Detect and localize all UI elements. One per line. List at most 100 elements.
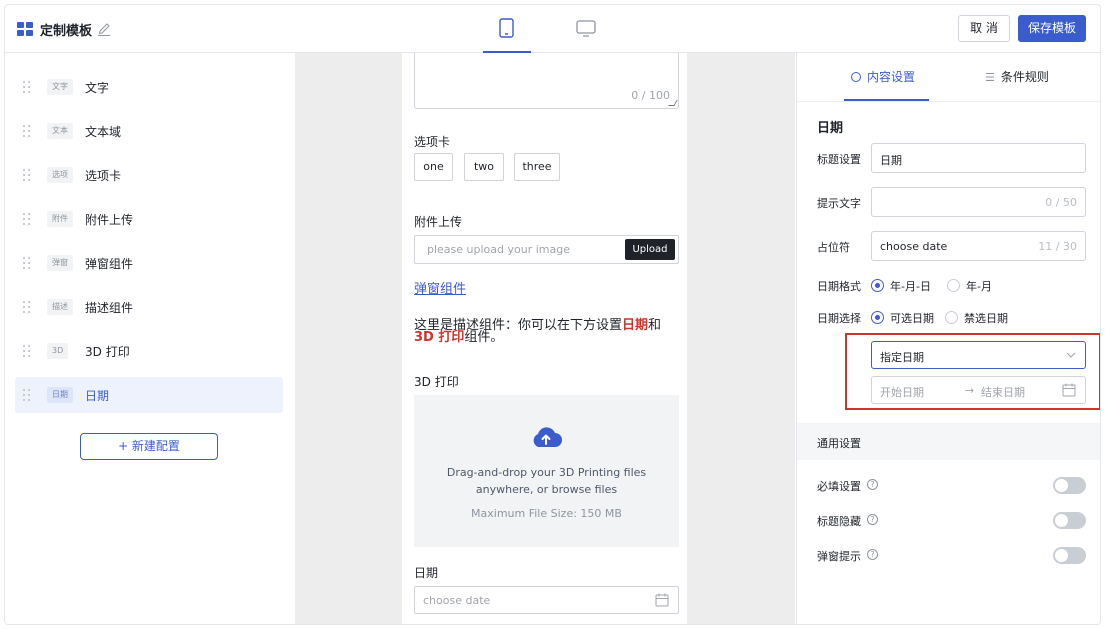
dropzone-line-2: anywhere, or browse files [475, 483, 618, 496]
format-ym-label: 年-月 [966, 280, 992, 293]
title-setting-label: 标题设置 [817, 153, 861, 166]
drag-handle-icon[interactable] [23, 213, 31, 225]
help-icon[interactable]: ? [867, 549, 878, 560]
tab-mobile-view[interactable] [483, 5, 531, 53]
component-tag: 日期 [47, 387, 73, 403]
3d-print-dropzone[interactable]: Drag-and-drop your 3D Printing files any… [414, 395, 679, 547]
component-tag: 3D [47, 343, 69, 359]
desktop-icon [576, 20, 596, 37]
sidebar-item-label: 3D 打印 [85, 345, 130, 359]
hide-title-toggle[interactable] [1053, 512, 1086, 529]
sidebar-item-popup[interactable]: 弹窗 弹窗组件 [15, 245, 283, 281]
title-value: 日期 [880, 154, 902, 167]
upload-placeholder: please upload your image [427, 243, 570, 256]
sidebar-item-label: 附件上传 [85, 213, 134, 227]
date-picker-preview[interactable]: choose date [414, 586, 679, 614]
save-template-button[interactable]: 保存模板 [1018, 15, 1086, 42]
component-sidebar: 文字 文字 文本 文本域 选项 选项卡 附件 附件上传 弹窗 弹窗组件 描述 描… [5, 53, 295, 624]
drag-handle-icon[interactable] [23, 81, 31, 93]
sidebar-item-label: 弹窗组件 [85, 257, 134, 271]
placeholder-label: 占位符 [817, 241, 850, 254]
format-ym-radio[interactable] [947, 279, 960, 292]
new-config-button[interactable]: + 新建配置 [80, 433, 218, 460]
template-logo-icon [17, 22, 33, 36]
component-tag: 描述 [47, 299, 73, 315]
page-title: 定制模板 [40, 24, 93, 39]
range-start: 开始日期 [880, 386, 924, 399]
help-icon[interactable]: ? [867, 514, 878, 525]
tab-content-settings[interactable]: 内容设置 [851, 53, 915, 101]
sidebar-item-textarea[interactable]: 文本 文本域 [15, 113, 283, 149]
dropzone-line-1: Drag-and-drop your 3D Printing files [446, 466, 647, 479]
resize-handle-icon[interactable] [668, 100, 678, 106]
tab-condition-rules[interactable]: ☰ 条件规则 [985, 53, 1049, 101]
upload-button[interactable]: Upload [625, 239, 675, 260]
date-mode-select[interactable]: 指定日期 [871, 341, 1086, 369]
placeholder-counter: 11 / 30 [1038, 240, 1077, 253]
date-mode-value: 指定日期 [880, 351, 924, 364]
component-tag: 文本 [47, 123, 73, 139]
drag-handle-icon[interactable] [23, 169, 31, 181]
date-placeholder: choose date [423, 594, 491, 607]
help-icon[interactable]: ? [867, 479, 878, 490]
sidebar-item-description[interactable]: 描述 描述组件 [15, 289, 283, 325]
selectable-dates-radio[interactable] [871, 311, 884, 324]
placeholder-value: choose date [880, 240, 948, 253]
upload-label: 附件上传 [414, 215, 463, 229]
sidebar-item-tabs[interactable]: 选项 选项卡 [15, 157, 283, 193]
drag-handle-icon[interactable] [23, 257, 31, 269]
sidebar-item-3d-print[interactable]: 3D 3D 打印 [15, 333, 283, 369]
selectable-dates-label: 可选日期 [890, 312, 934, 325]
popup-component-link[interactable]: 弹窗组件 [414, 278, 466, 297]
hint-text-label: 提示文字 [817, 197, 861, 210]
sidebar-item-text[interactable]: 文字 文字 [15, 69, 283, 105]
format-ymd-label: 年-月-日 [890, 280, 931, 293]
sidebar-item-label: 描述组件 [85, 301, 134, 315]
textarea-counter: 0 / 100 [631, 89, 670, 102]
calendar-icon [655, 593, 669, 607]
drag-handle-icon[interactable] [23, 345, 31, 357]
hint-counter: 0 / 50 [1045, 196, 1077, 209]
sidebar-item-date[interactable]: 日期 日期 [15, 377, 283, 413]
tab-label: 内容设置 [867, 70, 916, 84]
tabs-label: 选项卡 [414, 135, 451, 149]
drag-handle-icon[interactable] [23, 125, 31, 137]
required-toggle[interactable] [1053, 477, 1086, 494]
description-text: 这里是描述组件：你可以在下方设置日期和 3D 打印组件。 [414, 318, 662, 345]
cancel-button[interactable]: 取 消 [958, 15, 1010, 42]
sidebar-item-label: 文本域 [85, 125, 122, 139]
date-selection-label: 日期选择 [817, 312, 861, 325]
tab-option-two[interactable]: two [464, 153, 504, 181]
disabled-dates-label: 禁选日期 [964, 312, 1008, 325]
calendar-icon [1062, 383, 1076, 397]
tab-option-one[interactable]: one [414, 153, 453, 181]
general-settings-header: 通用设置 [797, 423, 1100, 460]
range-arrow-icon: → [965, 384, 975, 397]
sidebar-item-label: 日期 [85, 389, 110, 403]
edit-icon[interactable] [97, 20, 111, 36]
upload-field[interactable]: please upload your image Upload [414, 235, 679, 264]
disabled-dates-radio[interactable] [945, 311, 958, 324]
tab-option-three[interactable]: three [514, 153, 560, 181]
placeholder-input[interactable]: choose date 11 / 30 [871, 231, 1086, 261]
drag-handle-icon[interactable] [23, 389, 31, 401]
mobile-preview: 0 / 100 选项卡 one two three 附件上传 please up… [402, 53, 687, 624]
sidebar-item-label: 选项卡 [85, 169, 122, 183]
range-end: 结束日期 [981, 386, 1025, 399]
format-ymd-radio[interactable] [871, 279, 884, 292]
title-input[interactable]: 日期 [871, 143, 1086, 173]
required-label: 必填设置 [817, 480, 861, 493]
sidebar-item-upload[interactable]: 附件 附件上传 [15, 201, 283, 237]
filter-icon: ☰ [985, 71, 995, 84]
tab-label: 条件规则 [1000, 70, 1049, 84]
textarea-preview[interactable]: 0 / 100 [414, 53, 679, 109]
sidebar-item-label: 文字 [85, 81, 110, 95]
section-title: 日期 [817, 121, 844, 136]
tab-desktop-view[interactable] [561, 5, 609, 53]
drag-handle-icon[interactable] [23, 301, 31, 313]
date-range-picker[interactable]: 开始日期 → 结束日期 [871, 376, 1086, 404]
app-frame: 定制模板 取 消 保存模板 文字 文字 文本 文本域 选项 选项卡 附件 附件上… [4, 4, 1101, 625]
hint-text-input[interactable]: 0 / 50 [871, 187, 1086, 217]
cloud-upload-icon [533, 427, 562, 447]
popup-tip-toggle[interactable] [1053, 547, 1086, 564]
